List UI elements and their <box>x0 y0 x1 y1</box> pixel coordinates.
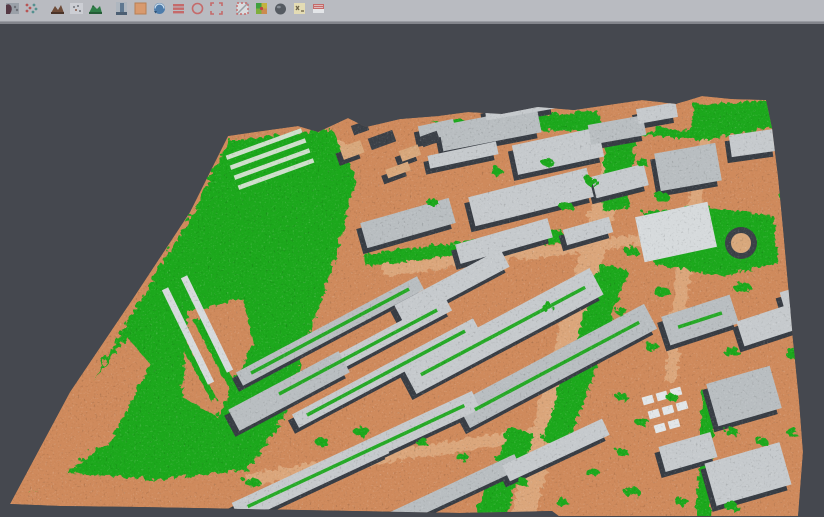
points-sparse-icon <box>69 1 84 21</box>
rotate-globe-button[interactable] <box>150 1 169 20</box>
sphere-view-button[interactable] <box>271 1 290 20</box>
circle-select-button[interactable] <box>188 1 207 20</box>
cross-section-button[interactable] <box>309 1 328 20</box>
select-cloud-button[interactable] <box>3 1 22 20</box>
raster-grid-icon <box>235 1 250 21</box>
rotate-globe-icon <box>152 1 167 21</box>
colored-points-icon <box>24 1 39 21</box>
profile-view-button[interactable] <box>112 1 131 20</box>
point-cloud-scene <box>0 24 824 516</box>
toolbar-group-4 <box>233 1 328 20</box>
toolbar-group-1 <box>3 1 41 20</box>
layers-icon <box>171 1 186 21</box>
ortho-view-icon <box>133 1 148 21</box>
terrain-green-icon <box>88 1 103 21</box>
3d-viewport[interactable] <box>0 24 824 517</box>
rect-select-icon <box>209 1 224 21</box>
cross-section-icon <box>311 1 326 21</box>
ortho-view-button[interactable] <box>131 1 150 20</box>
profile-view-icon <box>114 1 129 21</box>
toolbar-group-3 <box>112 1 226 20</box>
points-sparse-button[interactable] <box>67 1 86 20</box>
layers-button[interactable] <box>169 1 188 20</box>
rect-select-button[interactable] <box>207 1 226 20</box>
classification-palette-button[interactable] <box>252 1 271 20</box>
terrain-green-button[interactable] <box>86 1 105 20</box>
colored-points-button[interactable] <box>22 1 41 20</box>
terrain-dark-icon <box>50 1 65 21</box>
circle-select-icon <box>190 1 205 21</box>
annotate-button[interactable] <box>290 1 309 20</box>
toolbar-group-2 <box>48 1 105 20</box>
app-window <box>0 0 824 517</box>
classification-palette-icon <box>254 1 269 21</box>
sphere-view-icon <box>273 1 288 21</box>
annotate-icon <box>292 1 307 21</box>
terrain-dark-button[interactable] <box>48 1 67 20</box>
raster-grid-button[interactable] <box>233 1 252 20</box>
select-cloud-icon <box>5 1 20 21</box>
toolbar <box>0 0 824 22</box>
